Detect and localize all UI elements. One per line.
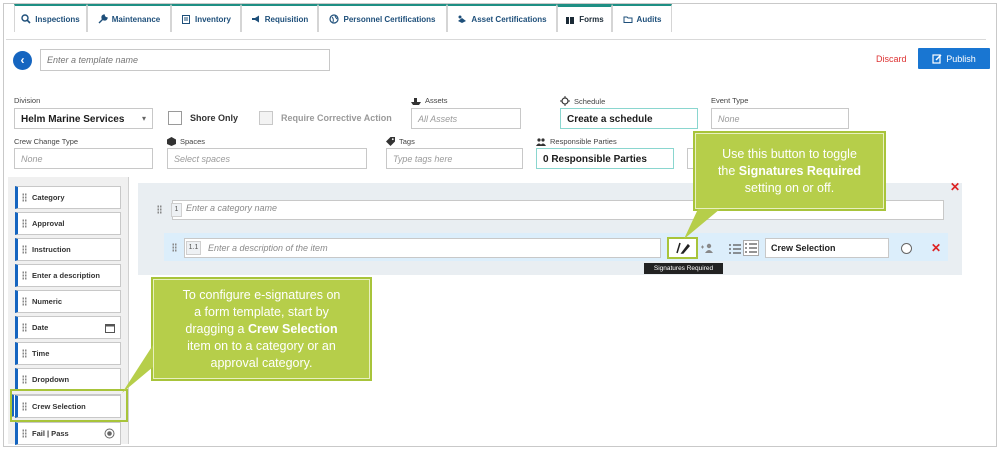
drag-handle-icon <box>22 271 27 280</box>
publish-button[interactable]: Publish <box>918 48 990 69</box>
crew-change-label: Crew Change Type <box>14 137 79 146</box>
globe-icon <box>329 14 340 24</box>
delete-category-icon[interactable]: ✕ <box>950 180 960 194</box>
ship-icon <box>411 97 421 105</box>
callout-signatures: Use this button to toggle the Signatures… <box>693 131 886 211</box>
require-corrective-checkbox[interactable] <box>259 111 273 125</box>
list-style-button[interactable] <box>743 240 759 256</box>
publish-label: Publish <box>946 53 976 64</box>
people-icon <box>536 137 546 146</box>
assets-field[interactable]: All Assets <box>411 108 521 129</box>
search-icon <box>21 14 31 24</box>
palette-item-instruction[interactable]: Instruction <box>15 238 121 261</box>
required-radio[interactable] <box>901 243 912 254</box>
drag-handle-icon <box>22 219 27 228</box>
tab-forms[interactable]: Forms <box>557 4 612 32</box>
list-icon[interactable] <box>729 244 741 254</box>
tab-label: Forms <box>579 15 604 24</box>
palette-item-category[interactable]: Category <box>15 186 121 209</box>
tab-label: Asset Certifications <box>471 14 547 24</box>
wrench-icon <box>98 14 108 24</box>
division-label: Division <box>14 96 41 105</box>
drag-handle-icon[interactable] <box>172 243 177 252</box>
event-type-label: Event Type <box>711 96 749 105</box>
category-name-input[interactable]: Enter a category name <box>186 203 277 213</box>
tab-requisition[interactable]: Requisition <box>241 4 318 32</box>
publish-icon <box>932 53 942 64</box>
tab-label: Inspections <box>35 14 80 24</box>
crew-change-field[interactable]: None <box>14 148 153 169</box>
palette-item-description[interactable]: Enter a description <box>15 264 121 287</box>
schedule-field[interactable]: Create a schedule <box>560 108 698 129</box>
schedule-icon <box>560 96 570 106</box>
forms-icon <box>566 16 575 24</box>
chevron-down-icon: ▾ <box>141 114 146 123</box>
tab-personnel-certifications[interactable]: Personnel Certifications <box>318 4 447 32</box>
crew-selection-field[interactable]: Crew Selection <box>765 238 889 258</box>
tab-inspections[interactable]: Inspections <box>14 4 87 32</box>
megaphone-icon <box>251 15 259 23</box>
shore-only-checkbox[interactable] <box>168 111 182 125</box>
spaces-label: Spaces <box>167 137 205 146</box>
tag-icon <box>386 137 395 146</box>
drag-handle-icon <box>22 323 27 332</box>
spaces-field[interactable]: Select spaces <box>167 148 367 169</box>
drag-handle-icon <box>22 429 27 438</box>
certificate-icon <box>458 15 467 23</box>
tab-inventory[interactable]: Inventory <box>171 4 241 32</box>
delete-item-icon[interactable]: ✕ <box>931 241 941 255</box>
tab-label: Maintenance <box>111 14 161 24</box>
palette-item-numeric[interactable]: Numeric <box>15 290 121 313</box>
tab-label: Inventory <box>194 14 231 24</box>
palette-item-time[interactable]: Time <box>15 342 121 365</box>
item-description-placeholder: Enter a description of the item <box>208 243 328 253</box>
drag-handle-icon[interactable] <box>157 205 162 214</box>
cube-icon <box>167 137 176 146</box>
palette-item-approval[interactable]: Approval <box>15 212 121 235</box>
chevron-left-icon: ‹ <box>20 53 25 67</box>
drag-handle-icon <box>22 349 27 358</box>
schedule-label: Schedule <box>560 96 605 106</box>
assets-label: Assets <box>411 96 448 105</box>
assign-person-icon[interactable] <box>701 243 715 253</box>
palette-item-date[interactable]: Date <box>15 316 121 339</box>
tab-label: Requisition <box>264 14 309 24</box>
drag-handle-icon <box>22 193 27 202</box>
template-name-input[interactable] <box>40 49 330 71</box>
callout-pointer-left <box>122 345 153 393</box>
drag-handle-icon <box>22 297 27 306</box>
tab-label: Audits <box>636 14 662 24</box>
item-number: 1.1 <box>186 241 201 255</box>
calendar-icon <box>105 323 115 333</box>
drag-handle-icon <box>22 375 27 384</box>
tab-audits[interactable]: Audits <box>612 4 672 32</box>
tags-label: Tags <box>386 137 415 146</box>
list-icon <box>745 243 757 253</box>
callout-pointer-right <box>684 209 720 239</box>
tags-field[interactable]: Type tags here <box>386 148 523 169</box>
event-type-field[interactable]: None <box>711 108 849 129</box>
division-value: Helm Marine Services <box>21 114 125 125</box>
tab-maintenance[interactable]: Maintenance <box>87 4 171 32</box>
clipboard-icon <box>181 15 190 24</box>
discard-button[interactable]: Discard <box>876 54 907 64</box>
responsible-field[interactable]: 0 Responsible Parties <box>536 148 674 169</box>
category-number: 1 <box>171 203 182 217</box>
callout-crew-selection: To configure e-signatures on a form temp… <box>151 277 372 381</box>
require-corrective-label: Require Corrective Action <box>281 113 392 123</box>
drag-handle-icon <box>22 245 27 254</box>
back-button[interactable]: ‹ <box>13 51 32 70</box>
palette-item-fail-pass[interactable]: Fail | Pass <box>15 422 121 445</box>
tab-asset-certifications[interactable]: Asset Certifications <box>447 4 557 32</box>
pen-signature-icon <box>675 242 690 254</box>
folder-icon <box>623 16 633 23</box>
shore-only-label: Shore Only <box>190 113 239 123</box>
responsible-label: Responsible Parties <box>536 137 617 146</box>
signatures-tooltip: Signatures Required <box>644 263 723 274</box>
radio-icon <box>104 428 115 439</box>
tab-label: Personnel Certifications <box>343 14 436 24</box>
crew-selection-highlight-box <box>10 389 128 422</box>
division-select[interactable]: Helm Marine Services ▾ <box>14 108 153 129</box>
palette-item-dropdown[interactable]: Dropdown <box>15 368 121 391</box>
